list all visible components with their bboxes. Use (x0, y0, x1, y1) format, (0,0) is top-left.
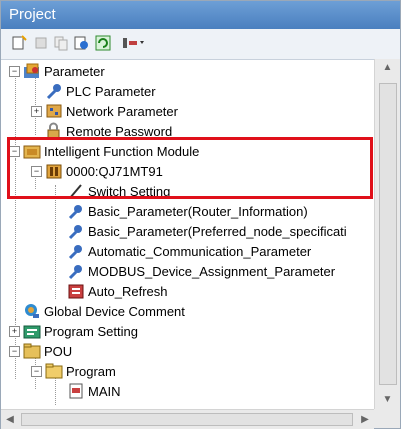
copy-icon[interactable] (53, 35, 69, 51)
auto-refresh-icon (67, 282, 85, 300)
project-title-bar: Project (1, 1, 400, 29)
scroll-right-arrow-icon[interactable]: ▶ (356, 410, 374, 429)
cut-icon[interactable] (33, 35, 49, 51)
pou-folder-icon (23, 342, 41, 360)
tree-item-automatic-communication-parameter[interactable]: Automatic_Communication_Parameter (67, 241, 311, 261)
collapse-toggle[interactable]: − (9, 345, 20, 357)
project-tree: − Parameter PLC Parameter + Network Para… (3, 59, 373, 409)
scroll-left-arrow-icon[interactable]: ◀ (1, 410, 19, 429)
gear-icon (67, 202, 85, 220)
tree-item-auto-refresh[interactable]: Auto_Refresh (67, 281, 168, 301)
window-title: Project (9, 6, 56, 23)
properties-icon[interactable] (73, 35, 89, 51)
ladder-program-icon (67, 382, 85, 400)
gear-icon (67, 242, 85, 260)
program-folder-icon (45, 362, 63, 380)
comment-icon (23, 302, 41, 320)
vertical-scrollbar[interactable]: ▲ ▼ (374, 59, 400, 409)
collapse-toggle[interactable]: − (31, 365, 42, 377)
tree-item-program[interactable]: − Program (31, 361, 116, 381)
tree-item-network-parameter[interactable]: + Network Parameter (31, 101, 178, 121)
scroll-down-arrow-icon[interactable]: ▼ (375, 391, 400, 409)
horizontal-scroll-thumb[interactable] (21, 413, 353, 426)
program-setting-icon (23, 322, 41, 340)
parameter-folder-icon (23, 62, 41, 80)
gear-icon (67, 262, 85, 280)
tree-item-parameter[interactable]: − Parameter (9, 61, 105, 81)
tree-item-main[interactable]: MAIN (67, 381, 121, 401)
expand-toggle[interactable]: + (9, 325, 20, 337)
new-data-icon[interactable] (11, 35, 27, 51)
tree-item-global-device-comment[interactable]: Global Device Comment (23, 301, 185, 321)
gear-icon (67, 222, 85, 240)
highlight-box (7, 137, 373, 199)
tree-item-plc-parameter[interactable]: PLC Parameter (45, 81, 156, 101)
tree-item-basic-parameter-router[interactable]: Basic_Parameter(Router_Information) (67, 201, 308, 221)
scrollbar-corner (374, 409, 400, 428)
horizontal-scrollbar[interactable]: ◀ ▶ (1, 409, 374, 429)
scroll-up-arrow-icon[interactable]: ▲ (375, 59, 400, 77)
project-window: Project − Parameter PLC Parameter + Netw… (0, 0, 401, 429)
vertical-scroll-thumb[interactable] (379, 83, 397, 385)
network-icon (45, 102, 63, 120)
tree-item-basic-parameter-preferred-node[interactable]: Basic_Parameter(Preferred_node_specifica… (67, 221, 347, 241)
settings-icon[interactable] (121, 35, 147, 51)
expand-toggle[interactable]: + (31, 105, 42, 117)
refresh-icon[interactable] (95, 35, 111, 51)
collapse-toggle[interactable]: − (9, 65, 20, 77)
tree-item-program-setting[interactable]: + Program Setting (9, 321, 138, 341)
gear-wrench-icon (45, 82, 63, 100)
tree-item-modbus-device-assignment-parameter[interactable]: MODBUS_Device_Assignment_Parameter (67, 261, 335, 281)
project-toolbar (1, 29, 400, 60)
tree-item-pou[interactable]: − POU (9, 341, 72, 361)
